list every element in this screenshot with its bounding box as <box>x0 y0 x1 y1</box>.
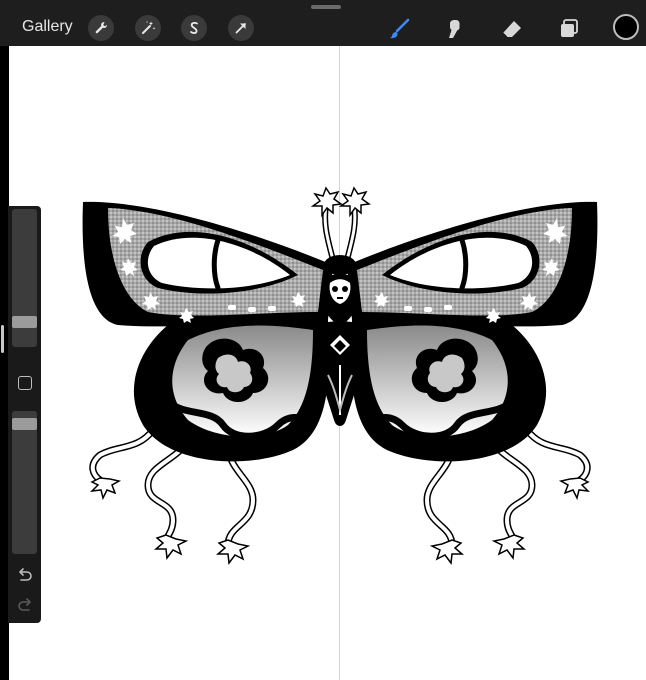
top-toolbar: Gallery <box>0 0 646 46</box>
right-wing <box>347 202 597 563</box>
left-wing <box>83 202 333 563</box>
gallery-button[interactable]: Gallery <box>22 18 73 36</box>
modify-square-icon[interactable] <box>18 376 32 390</box>
wrench-icon[interactable] <box>88 15 114 41</box>
color-picker-swatch[interactable] <box>613 14 639 40</box>
butterfly-artwork <box>78 186 602 580</box>
undo-icon[interactable] <box>15 566 35 586</box>
redo-icon[interactable] <box>15 596 35 616</box>
brush-size-thumb[interactable] <box>12 316 37 328</box>
layers-icon[interactable] <box>555 15 583 43</box>
brush-icon[interactable] <box>385 15 413 43</box>
brush-sidebar <box>8 206 41 623</box>
opacity-slider[interactable] <box>12 411 37 554</box>
top-grabber[interactable] <box>311 5 341 9</box>
smudge-icon[interactable] <box>440 15 468 43</box>
transform-arrow-icon[interactable] <box>228 15 254 41</box>
selection-icon[interactable] <box>181 15 207 41</box>
opacity-thumb[interactable] <box>12 418 37 430</box>
eraser-icon[interactable] <box>498 15 526 43</box>
magic-wand-icon[interactable] <box>135 15 161 41</box>
sidebar-drag-handle[interactable] <box>1 325 4 353</box>
